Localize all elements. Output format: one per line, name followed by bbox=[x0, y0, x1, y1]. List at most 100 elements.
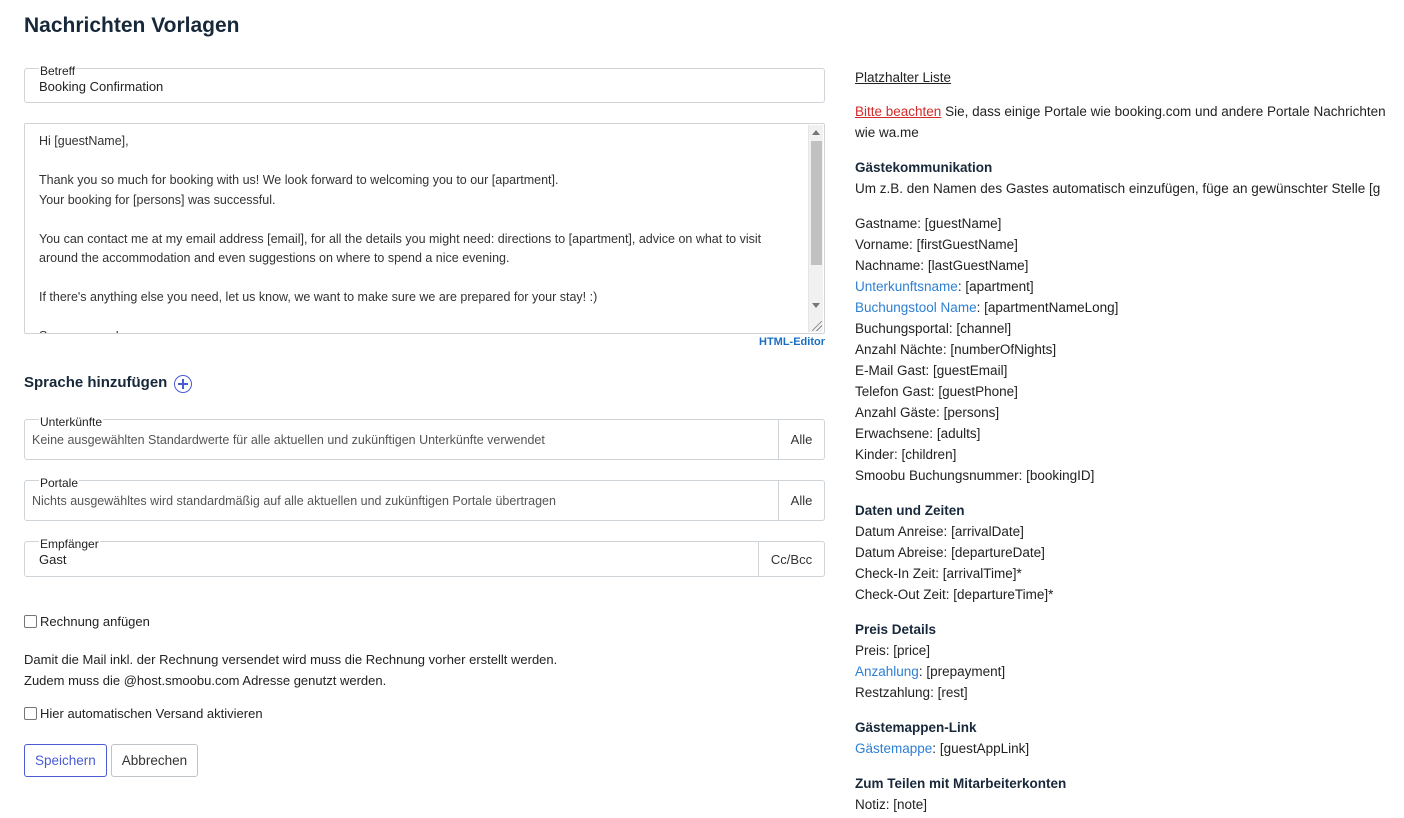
dates-placeholder-list: Datum Anreise: [arrivalDate] Datum Abreis… bbox=[855, 521, 1404, 605]
guestbook-section: Gästemappen-Link Gästemappe: [guestAppLi… bbox=[855, 717, 1404, 759]
editor-scrollbar[interactable] bbox=[808, 125, 823, 332]
resize-handle-icon[interactable] bbox=[812, 321, 822, 331]
placeholder-token[interactable]: [persons] bbox=[944, 405, 1000, 420]
guest-section-intro: Um z.B. den Namen des Gastes automatisch… bbox=[855, 181, 1381, 196]
accommodations-placeholder[interactable]: Keine ausgewählten Standardwerte für all… bbox=[32, 433, 545, 447]
placeholder-separator: : bbox=[930, 685, 938, 700]
message-line: around the accommodation and even sugges… bbox=[39, 251, 510, 265]
attach-invoice-row: Rechnung anfügen bbox=[24, 614, 825, 629]
price-placeholder-list: Preis: [price] Anzahlung: [prepayment] Res… bbox=[855, 640, 1404, 703]
html-editor-link[interactable]: HTML-Editor bbox=[24, 336, 825, 348]
placeholder-token[interactable]: [departureDate] bbox=[951, 545, 1045, 560]
placeholder-label: Smoobu Buchungsnummer bbox=[855, 468, 1019, 483]
placeholder-token[interactable]: [arrivalDate] bbox=[951, 524, 1024, 539]
placeholder-item: E-Mail Gast: [guestEmail] bbox=[855, 360, 1404, 381]
placeholder-token[interactable]: [bookingID] bbox=[1026, 468, 1094, 483]
portals-all-button[interactable]: Alle bbox=[778, 481, 824, 520]
placeholder-label: Erwachsene bbox=[855, 426, 930, 441]
auto-send-checkbox[interactable] bbox=[24, 707, 37, 720]
save-button[interactable]: Speichern bbox=[24, 744, 107, 777]
placeholder-token[interactable]: [guestPhone] bbox=[938, 384, 1018, 399]
portals-select[interactable]: Portale Nichts ausgewähltes wird standar… bbox=[24, 476, 825, 521]
placeholder-separator: : bbox=[917, 216, 925, 231]
placeholder-label: Nachname bbox=[855, 258, 921, 273]
price-section-title: Preis Details bbox=[855, 622, 937, 637]
recipient-input[interactable]: Gast bbox=[39, 552, 66, 567]
portals-placeholder[interactable]: Nichts ausgewähltes wird standardmäßig a… bbox=[32, 494, 556, 508]
placeholder-item: Vorname: [firstGuestName] bbox=[855, 234, 1404, 255]
accommodations-select[interactable]: Unterkünfte Keine ausgewählten Standardw… bbox=[24, 415, 825, 460]
dates-section: Daten und Zeiten Datum Anreise: [arrival… bbox=[855, 500, 1404, 605]
placeholder-token[interactable]: [prepayment] bbox=[926, 664, 1005, 679]
placeholder-label: Datum Abreise bbox=[855, 545, 944, 560]
add-language-row: Sprache hinzufügen bbox=[24, 372, 825, 393]
placeholder-item: Buchungsportal: [channel] bbox=[855, 318, 1404, 339]
placeholder-separator: : bbox=[932, 741, 940, 756]
add-language-plus-icon[interactable] bbox=[174, 375, 193, 393]
placeholder-token[interactable]: [numberOfNights] bbox=[950, 342, 1056, 357]
attach-invoice-checkbox[interactable] bbox=[24, 615, 37, 628]
placeholder-token[interactable]: [channel] bbox=[956, 321, 1011, 336]
placeholder-label: Notiz bbox=[855, 797, 886, 812]
placeholder-label[interactable]: Anzahlung bbox=[855, 664, 919, 679]
placeholder-label: Check-Out Zeit bbox=[855, 587, 946, 602]
placeholder-item: Anzahl Gäste: [persons] bbox=[855, 402, 1404, 423]
placeholder-token[interactable]: [apartmentNameLong] bbox=[984, 300, 1118, 315]
invoice-note: Damit die Mail inkl. der Rechnung versen… bbox=[24, 649, 825, 691]
placeholder-separator: : bbox=[929, 426, 937, 441]
placeholder-item: Smoobu Buchungsnummer: [bookingID] bbox=[855, 465, 1404, 486]
add-language-title: Sprache hinzufügen bbox=[24, 374, 168, 391]
placeholder-item: Check-Out Zeit: [departureTime]* bbox=[855, 584, 1404, 605]
placeholder-label[interactable]: Gästemappe bbox=[855, 741, 932, 756]
scroll-thumb[interactable] bbox=[811, 141, 822, 265]
placeholder-separator: : bbox=[943, 545, 952, 560]
message-editor[interactable]: Hi [guestName], Thank you so much for boo… bbox=[24, 123, 825, 334]
template-form: Betreff Booking Confirmation Hi [guestNa… bbox=[24, 64, 825, 777]
placeholder-token[interactable]: [departureTime]* bbox=[953, 587, 1053, 602]
placeholder-separator: : bbox=[920, 258, 928, 273]
placeholder-item: Datum Anreise: [arrivalDate] bbox=[855, 521, 1404, 542]
attach-invoice-label[interactable]: Rechnung anfügen bbox=[40, 614, 150, 629]
placeholder-token[interactable]: [apartment] bbox=[965, 279, 1033, 294]
placeholder-label: Restzahlung bbox=[855, 685, 931, 700]
placeholder-list-link[interactable]: Platzhalter Liste bbox=[855, 70, 951, 85]
cc-bcc-button[interactable]: Cc/Bcc bbox=[758, 542, 824, 576]
placeholder-token[interactable]: [children] bbox=[902, 447, 957, 462]
subject-field[interactable]: Betreff Booking Confirmation bbox=[24, 64, 825, 103]
price-section: Preis Details Preis: [price] Anzahlung: [… bbox=[855, 619, 1404, 703]
subject-input[interactable]: Booking Confirmation bbox=[39, 79, 163, 94]
cancel-button[interactable]: Abbrechen bbox=[110, 744, 199, 777]
placeholder-token[interactable]: [guestAppLink] bbox=[940, 741, 1029, 756]
scroll-up-icon[interactable] bbox=[812, 130, 820, 135]
auto-send-label[interactable]: Hier automatischen Versand aktivieren bbox=[40, 706, 263, 721]
accommodations-all-button[interactable]: Alle bbox=[778, 420, 824, 459]
placeholder-token[interactable]: [note] bbox=[893, 797, 927, 812]
scroll-down-icon[interactable] bbox=[812, 303, 820, 308]
guest-section: Gästekommunikation Um z.B. den Namen des… bbox=[855, 157, 1404, 486]
placeholder-item: Erwachsene: [adults] bbox=[855, 423, 1404, 444]
placeholder-label[interactable]: Buchungstool Name bbox=[855, 300, 977, 315]
placeholder-token[interactable]: [rest] bbox=[938, 685, 968, 700]
message-line: If there's anything else you need, let u… bbox=[39, 290, 598, 304]
placeholder-token[interactable]: [price] bbox=[893, 643, 930, 658]
placeholder-item: Anzahlung: [prepayment] bbox=[855, 661, 1404, 682]
placeholder-label[interactable]: Unterkunftsname bbox=[855, 279, 958, 294]
placeholder-token[interactable]: [lastGuestName] bbox=[928, 258, 1029, 273]
guestbook-section-title: Gästemappen-Link bbox=[855, 720, 977, 735]
placeholder-token[interactable]: [adults] bbox=[937, 426, 981, 441]
notice: Bitte beachten Sie, dass einige Portale … bbox=[855, 101, 1404, 143]
placeholder-token[interactable]: [firstGuestName] bbox=[917, 237, 1018, 252]
message-body[interactable]: Hi [guestName], Thank you so much for boo… bbox=[39, 132, 800, 333]
placeholder-label: E-Mail Gast bbox=[855, 363, 926, 378]
message-line bbox=[39, 308, 800, 328]
recipient-field[interactable]: Empfänger Gast Cc/Bcc bbox=[24, 537, 825, 577]
placeholder-label: Kinder bbox=[855, 447, 895, 462]
placeholder-token[interactable]: [guestEmail] bbox=[933, 363, 1007, 378]
placeholder-label: Vorname bbox=[855, 237, 910, 252]
placeholder-label: Preis bbox=[855, 643, 886, 658]
placeholder-token[interactable]: [arrivalTime]* bbox=[943, 566, 1022, 581]
notice-link[interactable]: Bitte beachten bbox=[855, 104, 941, 119]
placeholder-token[interactable]: [guestName] bbox=[925, 216, 1002, 231]
message-line bbox=[39, 210, 800, 230]
auto-send-row: Hier automatischen Versand aktivieren bbox=[24, 706, 825, 721]
